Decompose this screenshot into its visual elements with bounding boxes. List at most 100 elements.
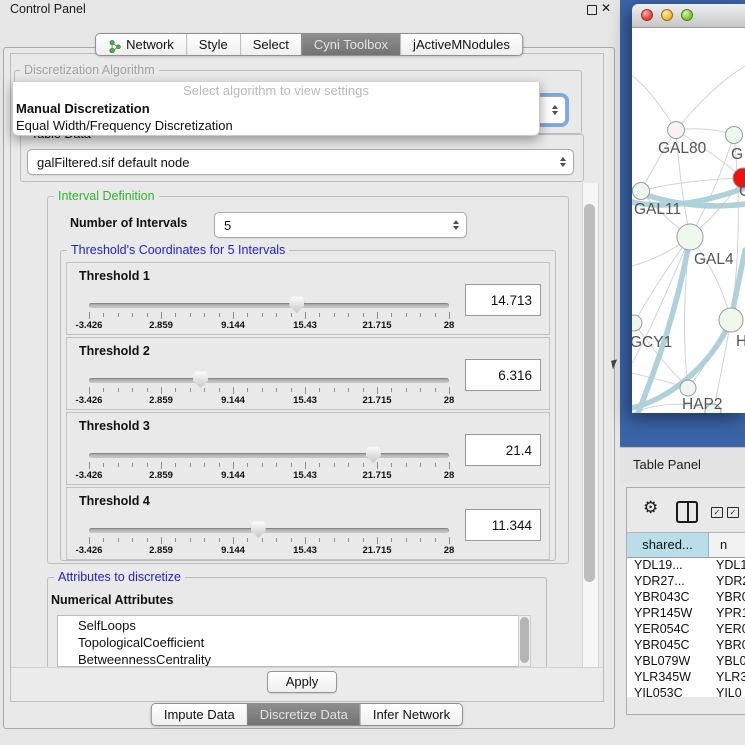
network-canvas[interactable]: GAL80 G C GAL11 GAL4 GCY1 H HAP2: [632, 28, 745, 413]
slider-tick: [190, 463, 191, 467]
cell-shared-name[interactable]: YBL079W: [627, 654, 708, 670]
algorithm-dropdown-popup: Select algorithm to view settings Manual…: [12, 82, 540, 136]
minimize-traffic-light-icon[interactable]: [661, 9, 673, 21]
table-row[interactable]: YBR043CYBR0: [627, 590, 745, 606]
panel-vertical-scrollbar-thumb[interactable]: [584, 204, 595, 582]
table-data-combobox[interactable]: galFiltered.sif default node: [27, 149, 574, 175]
cell-name[interactable]: YBR0: [708, 638, 745, 654]
numerical-attributes-list[interactable]: SelfLoopsTopologicalCoefficientBetweenne…: [57, 615, 520, 667]
checkbox-icon[interactable]: ✓: [727, 507, 739, 518]
table-row[interactable]: YIL053CYIL0: [627, 686, 745, 697]
network-window-titlebar[interactable]: [632, 4, 745, 28]
checkbox-icon[interactable]: ✓: [711, 507, 723, 518]
tab-impute-data[interactable]: Impute Data: [152, 704, 247, 725]
algorithm-option-equal-width[interactable]: Equal Width/Frequency Discretization: [13, 117, 539, 134]
threshold-slider-track[interactable]: [89, 303, 449, 308]
network-view-window[interactable]: GAL80 G C GAL11 GAL4 GCY1 H HAP2: [632, 4, 745, 413]
node-gal4[interactable]: [677, 224, 703, 250]
algorithm-option-manual[interactable]: Manual Discretization: [13, 100, 539, 117]
close-icon[interactable]: ✕: [601, 1, 611, 15]
cell-name[interactable]: YLR3: [708, 670, 745, 686]
column-header-name[interactable]: n: [709, 533, 745, 557]
node-partial-g[interactable]: [726, 127, 743, 144]
node-label-gal80: GAL80: [658, 140, 707, 157]
cell-shared-name[interactable]: YDR27...: [627, 574, 708, 590]
attributes-list-scrollbar[interactable]: [518, 615, 531, 667]
column-header-shared-name[interactable]: shared...: [627, 533, 709, 557]
cell-name[interactable]: YDR2: [708, 574, 745, 590]
cell-shared-name[interactable]: YPR145W: [627, 606, 708, 622]
table-row[interactable]: YDL19...YDL1: [627, 558, 745, 574]
table-row[interactable]: YLR345WYLR3: [627, 670, 745, 686]
slider-tick: [377, 312, 378, 319]
attribute-list-item[interactable]: TopologicalCoefficient: [58, 634, 519, 651]
slider-tick-label: 21.715: [362, 395, 391, 406]
cell-shared-name[interactable]: YBR043C: [627, 590, 708, 606]
cell-name[interactable]: YER0: [708, 622, 745, 638]
threshold-slider-track[interactable]: [89, 453, 449, 458]
panel-vertical-scrollbar[interactable]: [582, 183, 599, 667]
threshold-slider-thumb[interactable]: [289, 296, 304, 313]
number-of-intervals-value: 5: [224, 213, 231, 237]
cell-shared-name[interactable]: YER054C: [627, 622, 708, 638]
cell-shared-name[interactable]: YIL053C: [627, 686, 708, 697]
node-hap2[interactable]: [680, 380, 696, 396]
node-gcy1[interactable]: [632, 315, 642, 331]
threshold-slider-thumb[interactable]: [193, 371, 208, 388]
cell-name[interactable]: YPR1: [708, 606, 745, 622]
tab-select[interactable]: Select: [240, 34, 301, 55]
threshold-slider-track[interactable]: [89, 528, 449, 533]
attribute-list-item[interactable]: SelfLoops: [58, 617, 519, 634]
cell-name[interactable]: YBR0: [708, 590, 745, 606]
slider-tick: [406, 313, 407, 317]
table-row[interactable]: YBL079WYBL0: [627, 654, 745, 670]
cell-name[interactable]: YBL0: [708, 654, 745, 670]
apply-button[interactable]: Apply: [267, 671, 337, 693]
mouse-cursor: [611, 359, 619, 369]
table-row[interactable]: YDR27...YDR2: [627, 574, 745, 590]
close-traffic-light-icon[interactable]: [641, 9, 653, 21]
slider-tick: [305, 462, 306, 469]
columns-icon[interactable]: [676, 501, 698, 523]
threshold-slider-thumb[interactable]: [366, 446, 381, 463]
tab-network[interactable]: Network: [96, 34, 186, 55]
gear-icon[interactable]: ⚙: [643, 498, 658, 518]
number-of-intervals-combobox[interactable]: 5: [214, 212, 467, 238]
attributes-list-scrollbar-thumb[interactable]: [520, 617, 529, 663]
threshold-value-field[interactable]: 14.713: [465, 284, 541, 316]
slider-tick: [391, 538, 392, 542]
control-panel-title: Control Panel: [10, 2, 86, 16]
node-gal80[interactable]: [668, 122, 685, 139]
tab-discretize-data[interactable]: Discretize Data: [247, 704, 360, 725]
slider-tick: [161, 387, 162, 394]
table-row[interactable]: YER054CYER0: [627, 622, 745, 638]
slider-tick-label: 9.144: [221, 470, 245, 481]
node-partial-h[interactable]: [719, 308, 743, 332]
threshold-value-field[interactable]: 11.344: [465, 509, 541, 541]
slider-tick-label: 21.715: [362, 470, 391, 481]
threshold-value-field[interactable]: 21.4: [465, 434, 541, 466]
cell-shared-name[interactable]: YDL19...: [627, 558, 708, 574]
node-gal11[interactable]: [633, 183, 650, 200]
cell-name[interactable]: YDL1: [708, 558, 745, 574]
cell-shared-name[interactable]: YBR045C: [627, 638, 708, 654]
tab-network-label: Network: [126, 34, 174, 55]
threshold-slider-thumb[interactable]: [251, 521, 266, 538]
slider-tick: [89, 462, 90, 469]
cell-name[interactable]: YIL0: [708, 686, 745, 697]
table-row[interactable]: YPR145WYPR1: [627, 606, 745, 622]
table-row[interactable]: YBR045CYBR0: [627, 638, 745, 654]
threshold-value-field[interactable]: 6.316: [465, 359, 541, 391]
tab-style[interactable]: Style: [186, 34, 240, 55]
tab-infer-network[interactable]: Infer Network: [360, 704, 462, 725]
zoom-traffic-light-icon[interactable]: [681, 9, 693, 21]
tab-cyni-toolbox[interactable]: Cyni Toolbox: [301, 34, 400, 55]
attribute-list-item[interactable]: BetweennessCentrality: [58, 651, 519, 667]
threshold-slider-track[interactable]: [89, 378, 449, 383]
cell-shared-name[interactable]: YLR345W: [627, 670, 708, 686]
network-icon: [108, 38, 121, 51]
float-window-icon[interactable]: [587, 5, 597, 15]
slider-tick: [132, 463, 133, 467]
numerical-attributes-header: Numerical Attributes: [51, 593, 173, 607]
tab-jactivemnodules[interactable]: jActiveMNodules: [400, 34, 522, 55]
